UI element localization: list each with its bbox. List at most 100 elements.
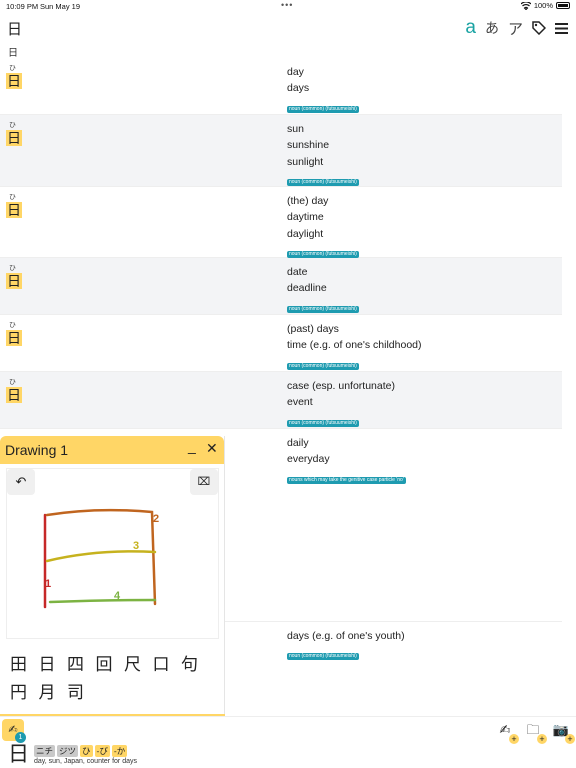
result-meanings: (past) days time (e.g. of one's childhoo…	[287, 321, 422, 372]
battery-percent: 100%	[533, 1, 553, 10]
plus-icon: +	[509, 734, 519, 744]
result-kanji: 日	[6, 387, 22, 403]
result-kanji: 日	[6, 330, 22, 346]
result-kanji: 日	[6, 202, 22, 218]
result-row[interactable]: ひ 日 case (esp. unfortunate) event noun (…	[0, 372, 562, 429]
result-meanings: sun sunshine sunlight noun (common) (fut…	[287, 121, 359, 188]
gloss: deadline	[287, 282, 327, 295]
result-meanings: daily everyday nouns which may take the …	[287, 435, 406, 486]
gloss: (past) days	[287, 323, 339, 335]
gloss: daytime	[287, 211, 324, 224]
result-row[interactable]: ひ 日 day days noun (common) (futsuumeishi…	[0, 58, 562, 115]
plus-icon: +	[537, 734, 547, 744]
result-meanings: case (esp. unfortunate) event noun (comm…	[287, 378, 395, 429]
result-reading: ひ	[9, 194, 16, 201]
kanji-readings: ニチ ジツ ひ -び -か	[34, 745, 128, 757]
multitasking-dots[interactable]: •••	[281, 0, 293, 10]
candidate-kanji[interactable]: 尺	[124, 651, 153, 679]
bottom-bar: ✍ 1 ✍ + 🗀 + 📷 + 日 ニチ ジツ ひ -び -か day, sun…	[0, 716, 576, 768]
page-title: 日	[7, 21, 23, 38]
gloss: time (e.g. of one's childhood)	[287, 339, 422, 352]
tag-icon[interactable]	[532, 21, 546, 35]
candidate-kanji[interactable]: 司	[67, 679, 96, 707]
katakana-toggle-button[interactable]: ア	[508, 18, 523, 39]
stroke-number: 3	[133, 540, 139, 552]
toolbar: 日 a あ ア	[0, 14, 576, 42]
status-time: 10:09 PM	[6, 2, 39, 11]
drawing-title: Drawing 1	[5, 442, 69, 458]
result-reading: ひ	[9, 379, 16, 386]
on-reading-chip[interactable]: ジツ	[57, 745, 79, 757]
stroke-number: 1	[45, 578, 51, 590]
result-row[interactable]: ひ 日 (the) day daytime daylight noun (com…	[0, 187, 562, 258]
gloss: days (e.g. of one's youth)	[287, 630, 405, 642]
selected-kanji[interactable]: 日	[8, 744, 29, 766]
stroke-number: 4	[114, 590, 121, 602]
result-row[interactable]: ひ 日 (past) days time (e.g. of one's chil…	[0, 315, 562, 372]
pos-badge: noun (common) (futsuumeishi)	[287, 362, 359, 370]
candidate-kanji[interactable]: 月	[39, 679, 68, 707]
result-kanji: 日	[6, 73, 22, 89]
search-query: 日	[8, 48, 18, 59]
strokes: 1 2 3 4	[43, 508, 159, 609]
drawing-count-badge: 1	[15, 732, 26, 743]
gloss: event	[287, 396, 313, 409]
candidate-kanji[interactable]: 回	[96, 651, 125, 679]
candidate-kanji[interactable]: 日	[39, 651, 68, 679]
plus-icon: +	[565, 734, 575, 744]
gloss: sunshine	[287, 139, 330, 152]
kanji-meaning: day, sun, Japan, counter for days	[34, 758, 137, 765]
status-date: Sun May 19	[40, 2, 81, 11]
candidate-kanji[interactable]: 口	[153, 651, 182, 679]
add-drawing-button[interactable]: ✍ +	[496, 721, 519, 744]
romaji-toggle-button[interactable]: a	[465, 17, 476, 39]
gloss: sunlight	[287, 155, 324, 168]
pos-badge: noun (common) (futsuumeishi)	[287, 178, 359, 186]
kun-reading-chip[interactable]: ひ	[80, 745, 93, 757]
gloss: day	[287, 66, 304, 78]
gloss: daily	[287, 437, 309, 449]
on-reading-chip[interactable]: ニチ	[34, 745, 56, 757]
result-meanings: (the) day daytime daylight noun (common)…	[287, 193, 359, 260]
pos-badge: nouns which may take the genitive case p…	[287, 476, 406, 484]
candidate-kanji[interactable]: 句	[181, 651, 210, 679]
result-row[interactable]: ひ 日 date deadline noun (common) (futsuum…	[0, 258, 562, 315]
toolbar-icons: a あ ア	[465, 17, 568, 39]
close-button[interactable]: ✕	[206, 440, 218, 457]
gloss: sun	[287, 123, 304, 135]
pos-badge: noun (common) (futsuumeishi)	[287, 653, 359, 661]
status-bar: 10:09 PM Sun May 19 ••• 100%	[0, 0, 576, 12]
pos-badge: noun (common) (futsuumeishi)	[287, 419, 359, 427]
kun-reading-chip[interactable]: -か	[111, 745, 128, 757]
menu-icon[interactable]	[555, 22, 568, 34]
drawing-header[interactable]: Drawing 1 _ ✕	[0, 436, 224, 464]
hiragana-toggle-button[interactable]: あ	[485, 18, 499, 38]
bottom-right-icons: ✍ + 🗀 + 📷 +	[496, 721, 575, 744]
drawing-canvas[interactable]: ↶ ⌧ 1 2 3 4	[6, 468, 219, 639]
gloss: daylight	[287, 227, 324, 240]
gloss: days	[287, 82, 310, 95]
wifi-icon	[520, 1, 531, 10]
candidate-list: 田 日 四 回 尺 口 句 円 月 司	[10, 651, 220, 707]
candidate-kanji[interactable]: 四	[67, 651, 96, 679]
gloss: case (esp. unfortunate)	[287, 380, 395, 392]
add-folder-button[interactable]: 🗀 +	[524, 721, 547, 744]
result-kanji: 日	[6, 273, 22, 289]
result-meanings: day days noun (common) (futsuumeishi)	[287, 64, 359, 115]
minimize-button[interactable]: _	[188, 438, 196, 454]
pos-badge: noun (common) (futsuumeishi)	[287, 305, 359, 313]
battery-icon	[556, 2, 570, 9]
result-reading: ひ	[9, 65, 16, 72]
result-row[interactable]: ひ 日 sun sunshine sunlight noun (common) …	[0, 115, 562, 187]
stroke-4	[48, 598, 157, 604]
stroke-number: 2	[153, 513, 159, 525]
add-camera-button[interactable]: 📷 +	[552, 721, 575, 744]
candidate-kanji[interactable]: 円	[10, 679, 39, 707]
pos-badge: noun (common) (futsuumeishi)	[287, 105, 359, 113]
result-reading: ひ	[9, 122, 16, 129]
candidate-kanji[interactable]: 田	[10, 651, 39, 679]
status-right: 100%	[520, 1, 570, 10]
result-meanings: date deadline noun (common) (futsuumeish…	[287, 264, 359, 315]
gloss: (the) day	[287, 195, 329, 207]
kun-reading-chip[interactable]: -び	[94, 745, 110, 757]
